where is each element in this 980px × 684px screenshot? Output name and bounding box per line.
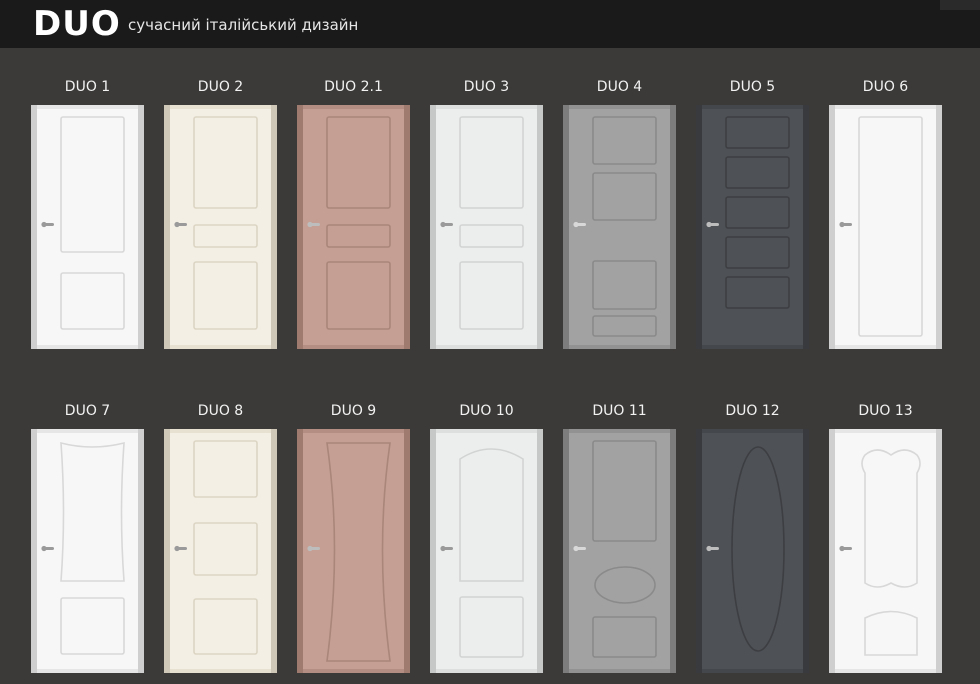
door-label[interactable]: DUO 9: [297, 402, 410, 420]
door-image[interactable]: [31, 105, 144, 349]
door-image[interactable]: [297, 105, 410, 349]
door-label[interactable]: DUO 10: [430, 402, 543, 420]
door-image[interactable]: [696, 105, 809, 349]
door-image[interactable]: [430, 429, 543, 673]
site-header: DUO сучасний італійський дизайн: [0, 0, 980, 48]
door-image[interactable]: [164, 429, 277, 673]
door-image[interactable]: [430, 105, 543, 349]
door-image[interactable]: [563, 429, 676, 673]
door-label[interactable]: DUO 5: [696, 78, 809, 96]
door-label[interactable]: DUO 6: [829, 78, 942, 96]
door-label[interactable]: DUO 4: [563, 78, 676, 96]
door-image[interactable]: [164, 105, 277, 349]
door-label[interactable]: DUO 7: [31, 402, 144, 420]
door-image[interactable]: [31, 429, 144, 673]
door-image[interactable]: [696, 429, 809, 673]
brand-logo[interactable]: DUO: [33, 2, 121, 46]
header-corner: [940, 0, 980, 10]
door-image[interactable]: [829, 429, 942, 673]
door-label[interactable]: DUO 1: [31, 78, 144, 96]
door-image[interactable]: [829, 105, 942, 349]
brand-tagline: сучасний італійський дизайн: [128, 16, 359, 34]
door-label[interactable]: DUO 3: [430, 78, 543, 96]
door-image[interactable]: [297, 429, 410, 673]
door-image[interactable]: [563, 105, 676, 349]
door-label[interactable]: DUO 2.1: [297, 78, 410, 96]
door-label[interactable]: DUO 8: [164, 402, 277, 420]
door-label[interactable]: DUO 13: [829, 402, 942, 420]
door-label[interactable]: DUO 2: [164, 78, 277, 96]
door-label[interactable]: DUO 11: [563, 402, 676, 420]
door-label[interactable]: DUO 12: [696, 402, 809, 420]
